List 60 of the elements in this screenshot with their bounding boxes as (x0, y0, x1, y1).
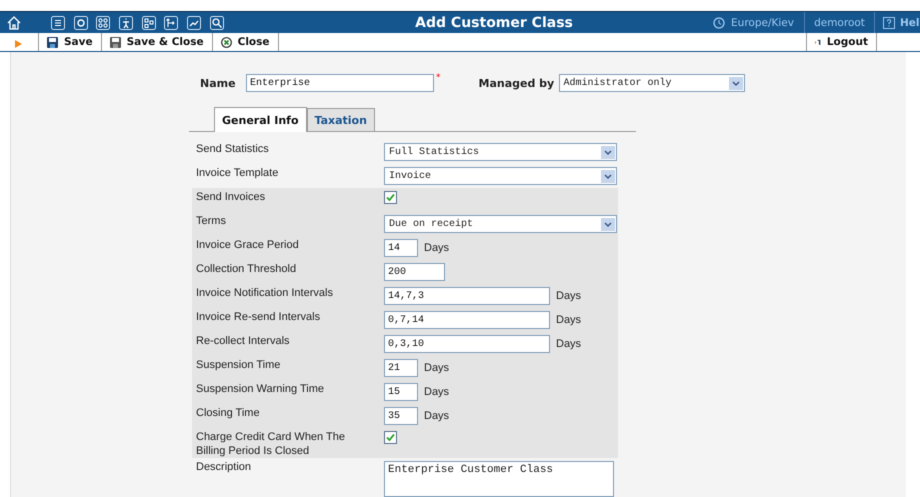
field-label: Charge Credit Card When The Billing Period Is Closed (196, 430, 346, 458)
input-field[interactable]: 14 (384, 239, 418, 257)
help-link[interactable]: Hel (875, 16, 920, 29)
field-label: Invoice Notification Intervals (196, 286, 334, 300)
field-label: Name (200, 76, 237, 90)
checkbox[interactable] (384, 431, 397, 444)
input-field[interactable]: 15 (384, 383, 418, 401)
chart-icon[interactable] (187, 16, 202, 30)
tab[interactable]: General Info (214, 107, 306, 132)
input-field[interactable]: 35 (384, 407, 418, 425)
field-label: Re-collect Intervals (196, 334, 291, 348)
person-icon[interactable] (119, 16, 134, 30)
clock-icon (713, 16, 726, 29)
field-label: Closing Time (196, 406, 261, 420)
field-label: Invoice Grace Period (196, 238, 300, 252)
field-label: Invoice Template (196, 166, 280, 180)
field-label: Collection Threshold (196, 262, 298, 276)
field-label: Invoice Re-send Intervals (196, 310, 322, 324)
floppy-icon (110, 36, 121, 48)
name-field[interactable]: Enterprise (246, 74, 434, 92)
field-label: Send Statistics (196, 142, 270, 156)
field-label: Send Invoices (196, 190, 266, 204)
unit-label: Days (424, 242, 450, 254)
input-field[interactable]: 200 (384, 263, 445, 281)
input-field[interactable]: 14,7,3 (384, 287, 550, 305)
dropdown[interactable]: Due on receipt (384, 215, 617, 233)
input-field[interactable]: 0,3,10 (384, 335, 550, 353)
dropdown[interactable]: Invoice (384, 167, 617, 185)
grid-icon[interactable] (96, 16, 110, 30)
tab[interactable]: Taxation (306, 108, 375, 131)
managed-by-dropdown[interactable]: Administrator only (558, 74, 744, 92)
unit-label: Days (424, 362, 450, 374)
export-icon[interactable] (164, 16, 178, 30)
required-mark: * (436, 73, 440, 83)
page-title: Add Customer Class (414, 14, 574, 31)
network-icon[interactable] (142, 16, 156, 30)
field-label: Terms (196, 214, 227, 228)
description-field[interactable]: Enterprise Customer Class (384, 461, 614, 497)
field-label: Managed by (478, 76, 556, 90)
search-icon[interactable] (210, 16, 224, 30)
unit-label: Days (424, 410, 450, 422)
input-field[interactable]: 21 (384, 359, 418, 377)
unit-label: Days (424, 386, 450, 398)
arrow-icon (15, 40, 22, 48)
home-icon[interactable] (7, 16, 21, 30)
list-icon[interactable] (51, 16, 65, 30)
checkbox[interactable] (384, 191, 397, 204)
input-field[interactable]: 0,7,14 (384, 311, 550, 329)
dropdown[interactable]: Full Statistics (384, 143, 617, 161)
help-icon (883, 16, 895, 29)
floppy-icon (47, 36, 58, 48)
unit-label: Days (556, 338, 582, 350)
timezone-link[interactable]: Europe/Kiev (713, 16, 804, 29)
field-label: Suspension Time (196, 358, 282, 372)
unit-label: Days (556, 314, 582, 326)
close-icon (220, 36, 232, 48)
logout-button[interactable]: Logout (806, 33, 877, 51)
field-label: Suspension Warning Time (196, 382, 325, 396)
field-label: Description (196, 460, 252, 474)
unit-label: Days (556, 290, 582, 302)
